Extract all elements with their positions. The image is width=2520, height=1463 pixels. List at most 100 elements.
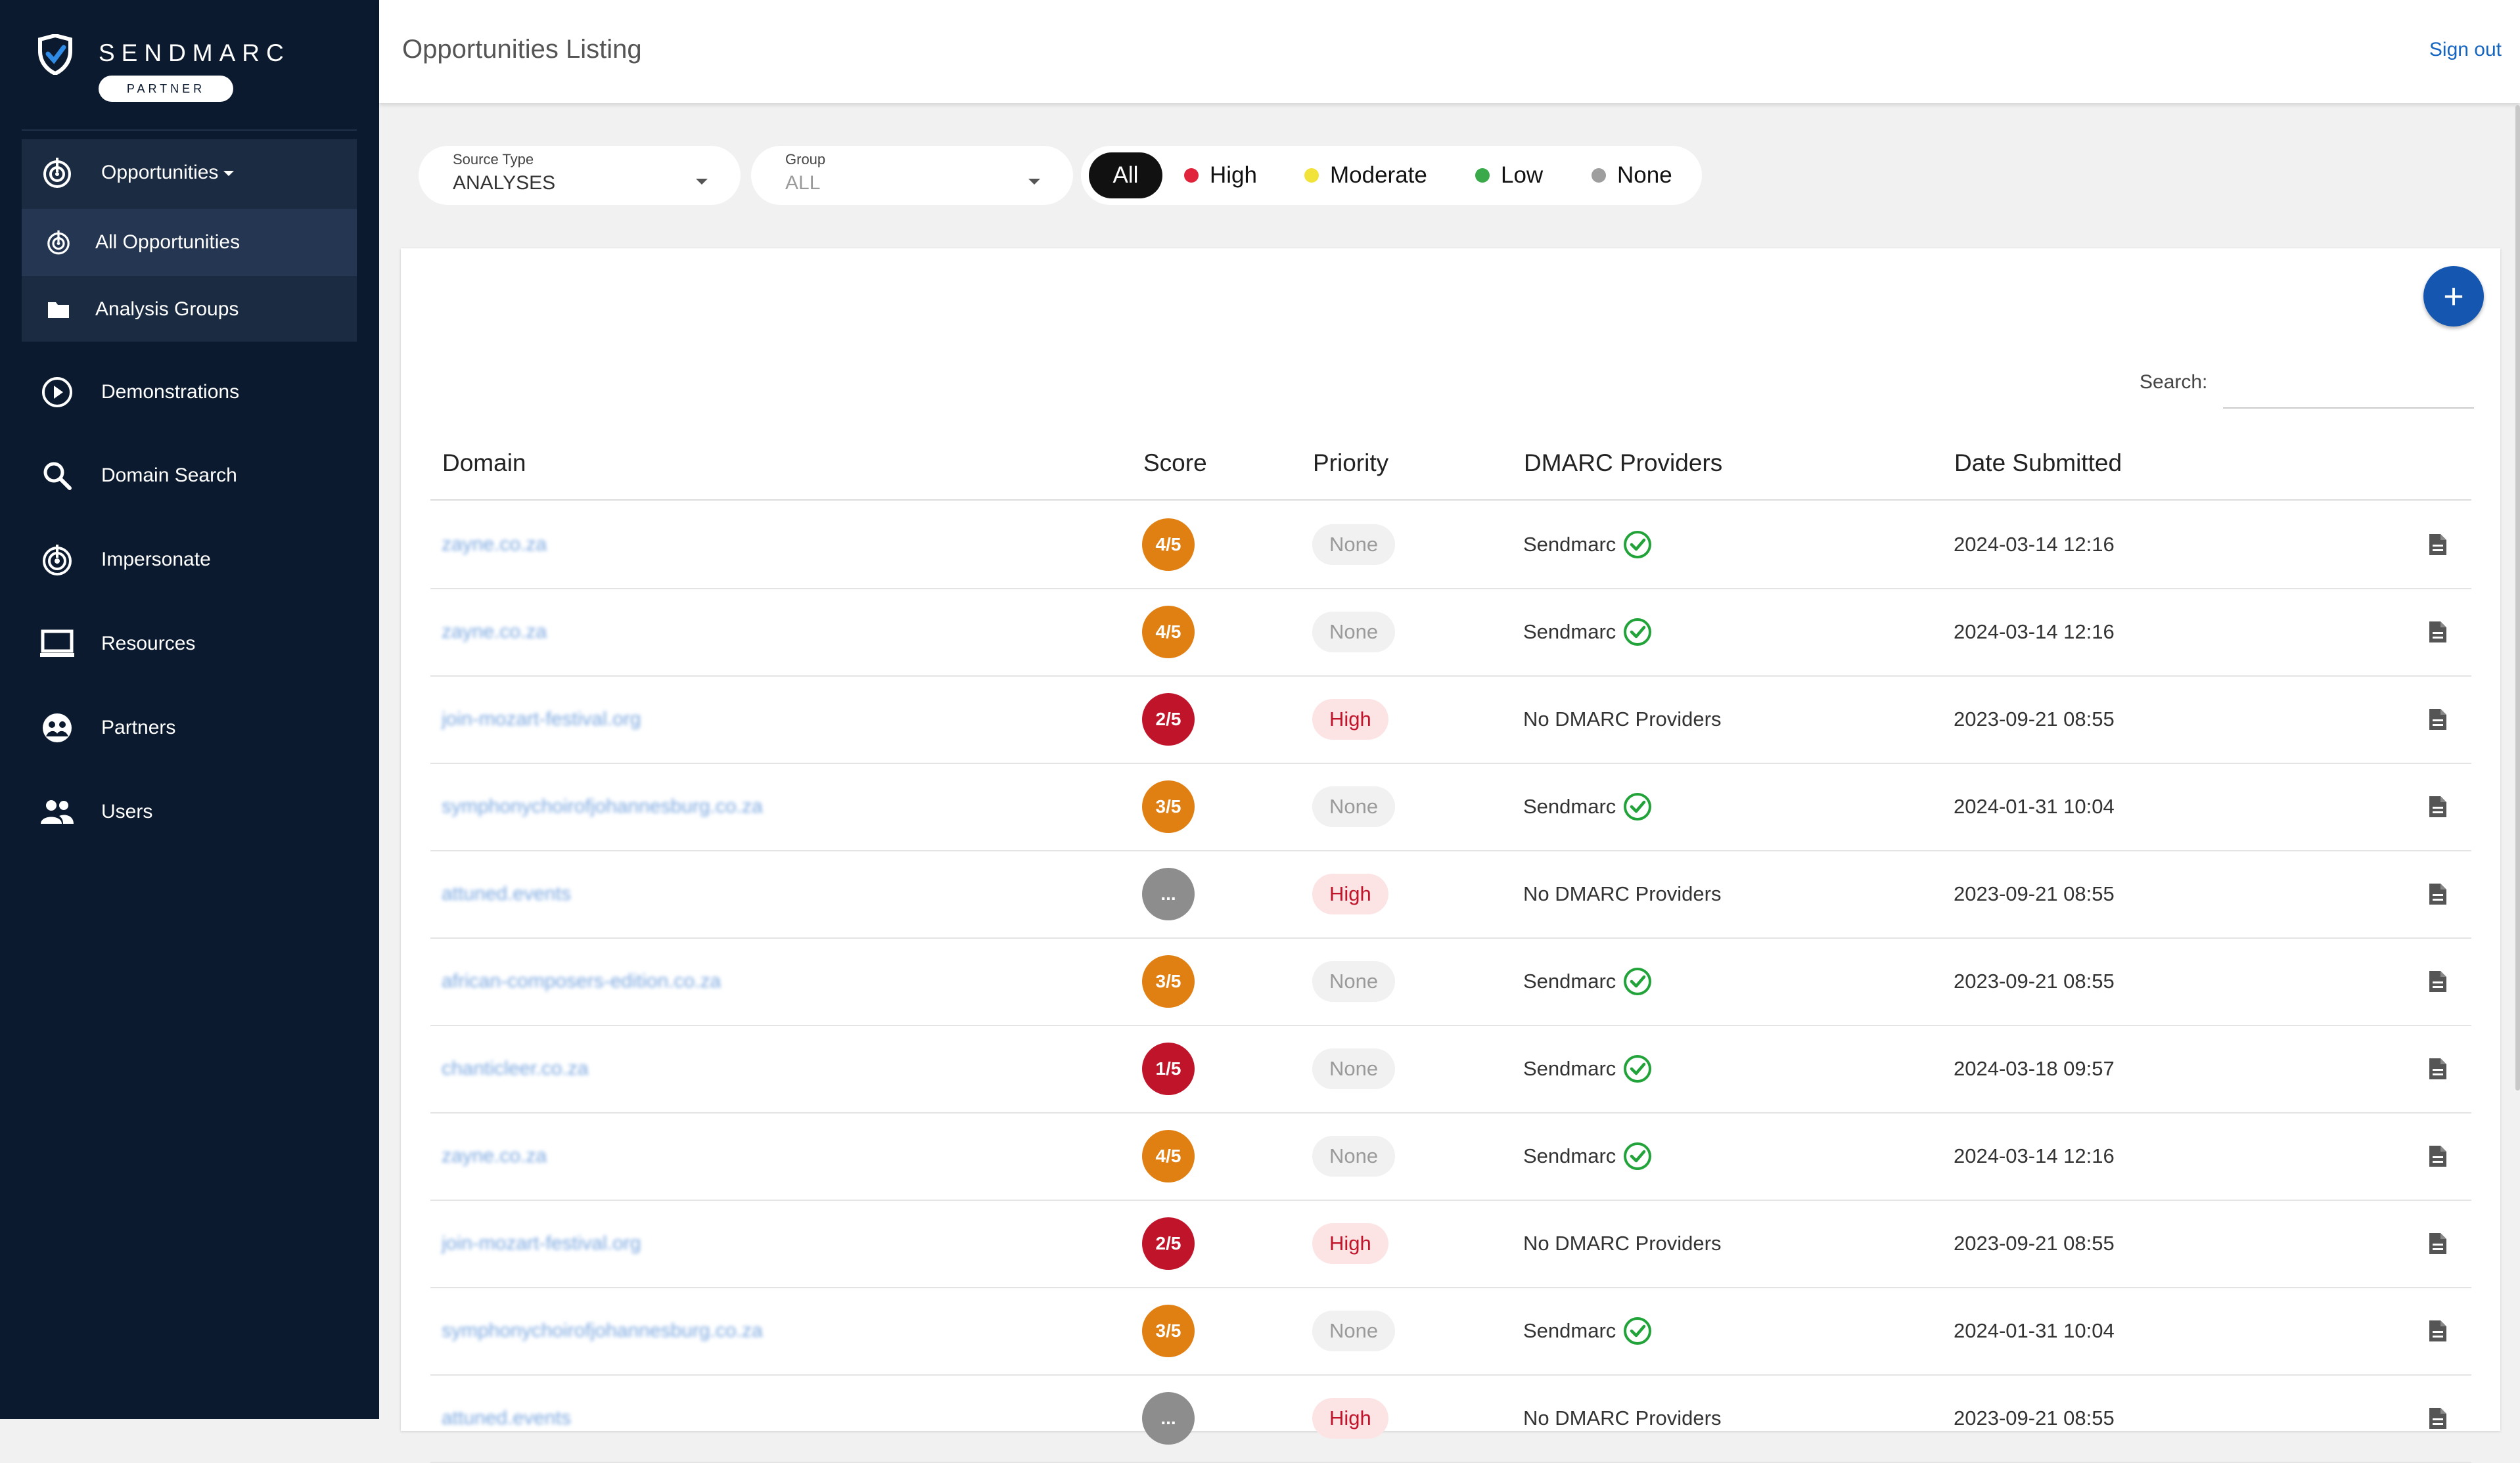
group-select[interactable]: Group ALL [751, 146, 1073, 205]
column-header-priority[interactable]: Priority [1313, 449, 1388, 477]
check-circle-icon [1624, 530, 1652, 558]
table-row[interactable]: join-mozart-festival.org 2/5 High No DMARC … [430, 675, 2471, 764]
date-submitted: 2024-03-14 12:16 [1954, 532, 2115, 556]
table-row[interactable]: zayne.co.za 4/5 None Sendmarc 2024-03-14 12:… [430, 501, 2471, 589]
table-row[interactable]: zayne.co.za 4/5 None Sendmarc 2024-03-14 12:… [430, 1112, 2471, 1201]
document-icon[interactable] [2428, 501, 2448, 588]
priority-dot [1184, 168, 1199, 183]
document-icon[interactable] [2428, 1112, 2448, 1200]
document-icon[interactable] [2428, 850, 2448, 937]
dmarc-provider-name: Sendmarc [1523, 969, 1616, 993]
sidebar-item-partners[interactable]: Partners [0, 694, 379, 761]
priority-chip: None [1312, 1048, 1396, 1089]
priority-filter-label: Low [1501, 162, 1544, 188]
brand-logo[interactable]: SENDMARC PARTNER [36, 34, 352, 106]
column-header-domain[interactable]: Domain [442, 449, 526, 477]
priority-filter-low[interactable]: Low [1475, 146, 1543, 205]
domain-link[interactable]: attuned.events [442, 850, 571, 937]
document-icon[interactable] [2428, 1374, 2448, 1462]
document-icon[interactable] [2428, 1025, 2448, 1112]
domain-link[interactable]: join-mozart-festival.org [442, 675, 641, 763]
users-icon [39, 794, 75, 830]
priority-dot [1304, 168, 1319, 183]
priority-cell: High [1312, 850, 1388, 937]
domain-link[interactable]: join-mozart-festival.org [442, 1200, 641, 1287]
priority-filter-label: Moderate [1330, 162, 1427, 188]
sidebar-item-analysis-groups[interactable]: Analysis Groups [22, 276, 357, 343]
sidebar-item-label: Partners [101, 717, 176, 738]
target-icon [39, 155, 75, 191]
priority-cell: None [1312, 1025, 1396, 1112]
column-header-dmarc-providers[interactable]: DMARC Providers [1524, 449, 1722, 477]
sidebar-item-label: Impersonate [101, 549, 211, 570]
page-scrollbar[interactable] [2515, 105, 2520, 1091]
table-row[interactable]: zayne.co.za 4/5 None Sendmarc 2024-03-14 12:… [430, 588, 2471, 677]
search-label: Search: [2140, 371, 2208, 393]
document-icon[interactable] [2428, 675, 2448, 763]
priority-filter-high[interactable]: High [1184, 146, 1257, 205]
table-row[interactable]: chanticleer.co.za 1/5 None Sendmarc 2024-03-… [430, 1025, 2471, 1114]
score-badge: 3/5 [1142, 1304, 1195, 1357]
domain-link[interactable]: chanticleer.co.za [442, 1025, 588, 1112]
column-header-date-submitted[interactable]: Date Submitted [1954, 449, 2122, 477]
top-bar: Opportunities Listing Sign out [379, 0, 2520, 103]
sidebar-item-label: All Opportunities [95, 231, 241, 253]
sidebar-item-resources[interactable]: Resources [0, 610, 379, 677]
priority-cell: None [1312, 937, 1396, 1025]
table-row[interactable]: symphonychoirofjohannesburg.co.za 3/5 None… [430, 763, 2471, 851]
source-type-select[interactable]: Source Type ANALYSES [419, 146, 741, 205]
add-opportunity-button[interactable]: + [2423, 266, 2484, 326]
priority-chip: High [1312, 873, 1388, 914]
chevron-down-icon [223, 171, 235, 177]
domain-link[interactable]: zayne.co.za [442, 588, 547, 675]
domain-link[interactable]: symphonychoirofjohannesburg.co.za [442, 763, 763, 850]
document-icon[interactable] [2428, 937, 2448, 1025]
sign-out-link[interactable]: Sign out [2429, 39, 2502, 61]
priority-chip: None [1312, 611, 1396, 652]
dmarc-provider-cell: No DMARC Providers [1523, 1374, 1721, 1462]
score-badge: 4/5 [1142, 605, 1195, 658]
search-input[interactable] [2223, 360, 2474, 409]
document-icon[interactable] [2428, 763, 2448, 850]
dmarc-provider-name: No DMARC Providers [1523, 1406, 1722, 1429]
table-row[interactable]: symphonychoirofjohannesburg.co.za 3/5 None… [430, 1287, 2471, 1376]
score-cell: 2/5 [1142, 1200, 1195, 1287]
table-row[interactable]: join-mozart-festival.org 2/5 High No DMARC … [430, 1200, 2471, 1288]
priority-cell: High [1312, 1374, 1388, 1462]
chevron-down-icon [696, 179, 708, 185]
domain-link[interactable]: zayne.co.za [442, 1112, 547, 1200]
domain-link[interactable]: african-composers-edition.co.za [442, 937, 721, 1025]
dmarc-provider-cell: Sendmarc [1523, 1112, 1653, 1200]
sidebar-item-opportunities[interactable]: Opportunities [22, 139, 357, 206]
priority-cell: None [1312, 763, 1396, 850]
document-icon[interactable] [2428, 1200, 2448, 1287]
sidebar-item-users[interactable]: Users [0, 778, 379, 845]
priority-filter-moderate[interactable]: Moderate [1304, 146, 1427, 205]
dmarc-provider-cell: Sendmarc [1523, 1025, 1653, 1112]
priority-chip: None [1312, 960, 1396, 1002]
check-circle-icon [1624, 1142, 1652, 1170]
domain-link[interactable]: attuned.events [442, 1374, 571, 1462]
score-badge: 1/5 [1142, 1042, 1195, 1095]
sidebar-item-domain-search[interactable]: Domain Search [0, 442, 379, 509]
sidebar-item-impersonate[interactable]: Impersonate [0, 526, 379, 593]
priority-filter-none[interactable]: None [1592, 146, 1672, 205]
score-cell: 4/5 [1142, 1112, 1195, 1200]
priority-filter-all[interactable]: All [1089, 152, 1162, 198]
dmarc-provider-name: Sendmarc [1523, 532, 1616, 556]
domain-link[interactable]: symphonychoirofjohannesburg.co.za [442, 1287, 763, 1374]
sidebar-item-all-opportunities[interactable]: All Opportunities [22, 209, 357, 276]
column-header-score[interactable]: Score [1143, 449, 1207, 477]
table-row[interactable]: african-composers-edition.co.za 3/5 None Se… [430, 937, 2471, 1026]
check-circle-icon [1624, 1317, 1652, 1345]
date-submitted: 2023-09-21 08:55 [1954, 882, 2115, 905]
sidebar-divider [22, 129, 357, 131]
score-badge: 4/5 [1142, 1129, 1195, 1182]
sidebar-item-label: Analysis Groups [95, 298, 239, 320]
document-icon[interactable] [2428, 588, 2448, 675]
sidebar-item-demonstrations[interactable]: Demonstrations [0, 359, 379, 426]
table-row[interactable]: attuned.events... High No DMARC Providers 2… [430, 850, 2471, 939]
dmarc-provider-cell: Sendmarc [1523, 1287, 1653, 1374]
document-icon[interactable] [2428, 1287, 2448, 1374]
domain-link[interactable]: zayne.co.za [442, 501, 547, 588]
